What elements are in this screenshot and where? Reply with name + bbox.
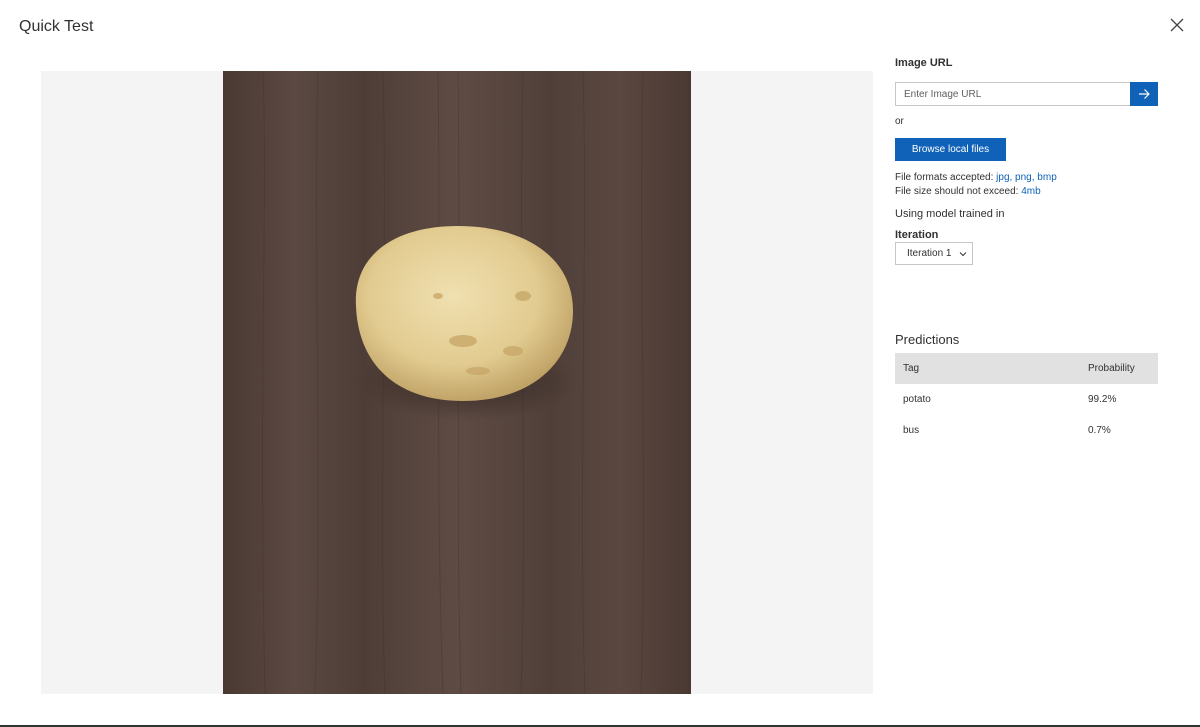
formats-label: File formats accepted: — [895, 172, 997, 183]
size-label: File size should not exceed: — [895, 186, 1022, 197]
image-url-input[interactable] — [895, 82, 1130, 106]
column-header-probability: Probability — [1088, 363, 1135, 374]
close-icon[interactable] — [1170, 18, 1188, 36]
formats-value: jpg, png, bmp — [996, 172, 1057, 183]
model-trained-label: Using model trained in — [895, 208, 1005, 220]
table-row: bus 0.7% — [895, 415, 1158, 446]
iteration-label: Iteration — [895, 229, 939, 241]
or-text: or — [895, 116, 904, 127]
iteration-dropdown[interactable]: Iteration 1 — [895, 242, 973, 265]
predictions-title: Predictions — [895, 332, 960, 347]
prediction-tag: bus — [903, 425, 920, 436]
prediction-probability: 0.7% — [1088, 425, 1111, 436]
file-info: File formats accepted: jpg, png, bmp Fil… — [895, 171, 1057, 199]
table-header: Tag Probability — [895, 353, 1158, 384]
page-title: Quick Test — [19, 18, 94, 35]
arrow-right-icon — [1139, 89, 1150, 99]
image-url-row — [895, 82, 1158, 106]
table-row: potato 99.2% — [895, 384, 1158, 415]
submit-url-button[interactable] — [1130, 82, 1158, 106]
uploaded-image — [223, 71, 691, 694]
prediction-probability: 99.2% — [1088, 394, 1117, 405]
size-value: 4mb — [1021, 186, 1041, 197]
image-preview-area — [41, 71, 873, 694]
column-header-tag: Tag — [903, 363, 920, 374]
chevron-down-icon — [959, 252, 967, 257]
browse-local-files-button[interactable]: Browse local files — [895, 138, 1006, 161]
iteration-value: Iteration 1 — [907, 248, 952, 259]
predictions-table: Tag Probability potato 99.2% bus 0.7% — [895, 353, 1158, 446]
image-url-label: Image URL — [895, 57, 953, 69]
prediction-tag: potato — [903, 394, 931, 405]
